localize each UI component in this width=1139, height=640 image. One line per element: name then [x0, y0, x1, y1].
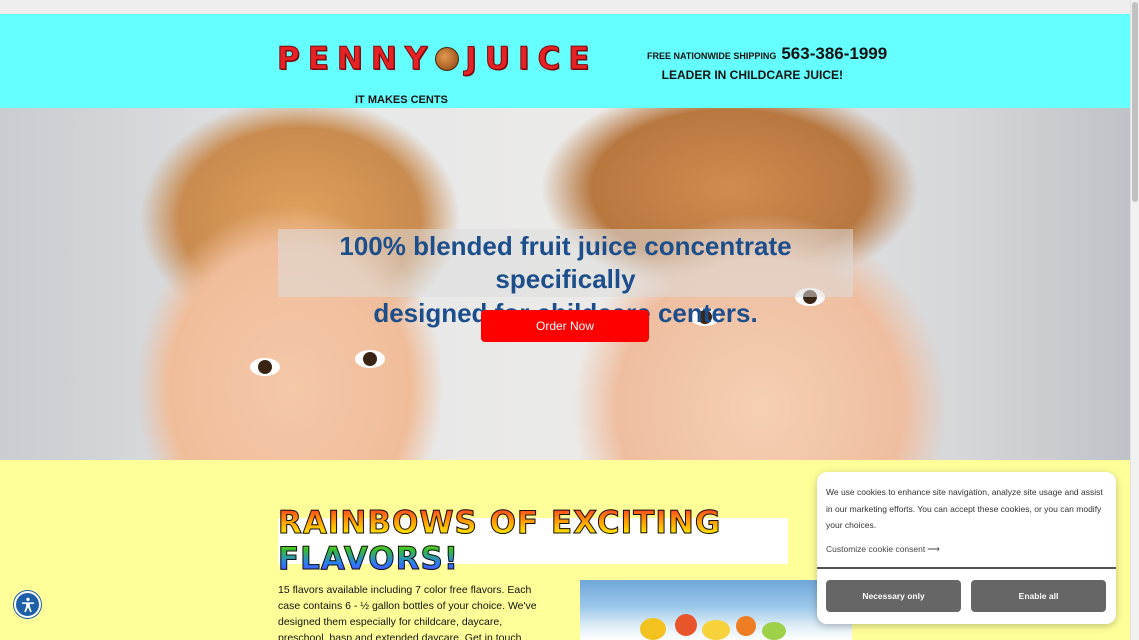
accessibility-button[interactable]: [14, 591, 41, 618]
splash-fruit-shape: [736, 616, 756, 636]
cookie-consent-dialog: We use cookies to enhance site navigatio…: [817, 472, 1116, 624]
hero-headline-line1: 100% blended fruit juice concentrate spe…: [339, 231, 792, 294]
splash-fruit-shape: [640, 618, 666, 640]
hero-headline-box: 100% blended fruit juice concentrate spe…: [278, 229, 853, 328]
shipping-info: FREE NATIONWIDE SHIPPING 563-386-1999: [647, 44, 887, 64]
necessary-only-button[interactable]: Necessary only: [826, 580, 961, 612]
logo-text-left: PENNY: [276, 41, 436, 77]
flavors-banner-text: RAINBOWS OF EXCITING FLAVORS!: [278, 505, 788, 578]
enable-all-button[interactable]: Enable all: [971, 580, 1106, 612]
logo-text-right: JUICE: [465, 41, 598, 77]
site-tagline: IT MAKES CENTS: [355, 94, 448, 106]
flavors-description: 15 flavors available including 7 color f…: [278, 584, 537, 640]
site-logo[interactable]: PENNY JUICE: [276, 41, 598, 77]
juice-splash-image: [580, 580, 852, 640]
cookie-divider: [817, 567, 1116, 569]
customize-cookie-link[interactable]: Customize cookie consent ⟶: [826, 544, 940, 555]
page-scrollbar[interactable]: [1130, 0, 1139, 640]
splash-fruit-shape: [702, 620, 730, 640]
customize-cookie-label: Customize cookie consent: [826, 544, 926, 554]
header-slogan: LEADER IN CHILDCARE JUICE!: [661, 68, 843, 82]
phone-number-link[interactable]: 563-386-1999: [781, 44, 887, 64]
browser-top-strip: [0, 0, 1130, 14]
hero-photo-eye: [250, 358, 280, 376]
splash-fruit-shape: [675, 614, 697, 636]
site-header: PENNY JUICE IT MAKES CENTS FREE NATIONWI…: [0, 14, 1130, 108]
penny-coin-icon: [435, 47, 460, 71]
shipping-label: FREE NATIONWIDE SHIPPING: [647, 51, 777, 61]
scrollbar-thumb[interactable]: [1132, 2, 1138, 202]
order-now-button[interactable]: Order Now: [481, 310, 649, 342]
arrow-right-icon: ⟶: [927, 544, 940, 554]
flavors-banner: RAINBOWS OF EXCITING FLAVORS!: [278, 505, 788, 578]
cookie-message: We use cookies to enhance site navigatio…: [826, 487, 1103, 530]
hero-photo-eye: [355, 350, 385, 368]
accessibility-icon: [21, 597, 34, 612]
splash-fruit-shape: [762, 622, 786, 640]
